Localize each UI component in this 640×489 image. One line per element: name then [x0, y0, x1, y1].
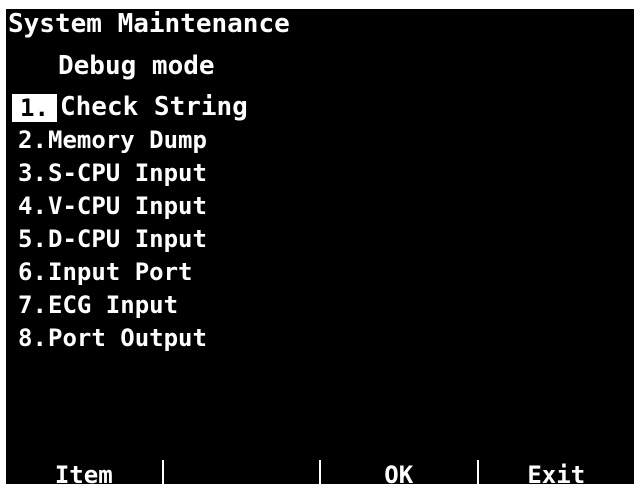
menu-item-number: 4. [18, 192, 47, 220]
menu-item-label: ECG Input [48, 291, 179, 319]
debug-menu: 1. Check String 2. Memory Dump 3. S-CPU … [6, 91, 634, 355]
menu-item-label: Input Port [48, 258, 193, 286]
softkey-exit-button[interactable]: Exit [479, 460, 635, 488]
menu-item-number: 7. [18, 291, 47, 319]
softkey-blank-button[interactable] [164, 460, 321, 484]
menu-item-number: 8. [18, 324, 47, 352]
page-subtitle: Debug mode [58, 51, 215, 81]
menu-item-label: Memory Dump [48, 126, 207, 154]
menu-item-label: Check String [60, 92, 248, 122]
menu-item-input-port[interactable]: 6. Input Port [6, 256, 634, 289]
softkey-ok-button[interactable]: OK [321, 460, 479, 488]
softkey-item-button[interactable]: Item [6, 460, 164, 488]
menu-item-label: S-CPU Input [48, 159, 207, 187]
menu-item-number: 2. [18, 126, 47, 154]
menu-item-memory-dump[interactable]: 2. Memory Dump [6, 124, 634, 157]
menu-item-number: 5. [18, 225, 47, 253]
menu-item-check-string[interactable]: 1. Check String [6, 91, 634, 124]
menu-item-s-cpu-input[interactable]: 3. S-CPU Input [6, 157, 634, 190]
menu-item-label: D-CPU Input [48, 225, 207, 253]
softkey-bar: Item OK Exit [6, 460, 635, 488]
page-title: System Maintenance [8, 9, 290, 39]
menu-item-label: V-CPU Input [48, 192, 207, 220]
menu-item-number: 1. [12, 93, 57, 122]
menu-item-ecg-input[interactable]: 7. ECG Input [6, 289, 634, 322]
menu-item-number: 6. [18, 258, 47, 286]
menu-item-d-cpu-input[interactable]: 5. D-CPU Input [6, 223, 634, 256]
menu-item-number: 3. [18, 159, 47, 187]
maintenance-screen: System Maintenance Debug mode 1. Check S… [6, 9, 635, 488]
menu-item-label: Port Output [48, 324, 207, 352]
menu-item-v-cpu-input[interactable]: 4. V-CPU Input [6, 190, 634, 223]
menu-item-port-output[interactable]: 8. Port Output [6, 322, 634, 355]
